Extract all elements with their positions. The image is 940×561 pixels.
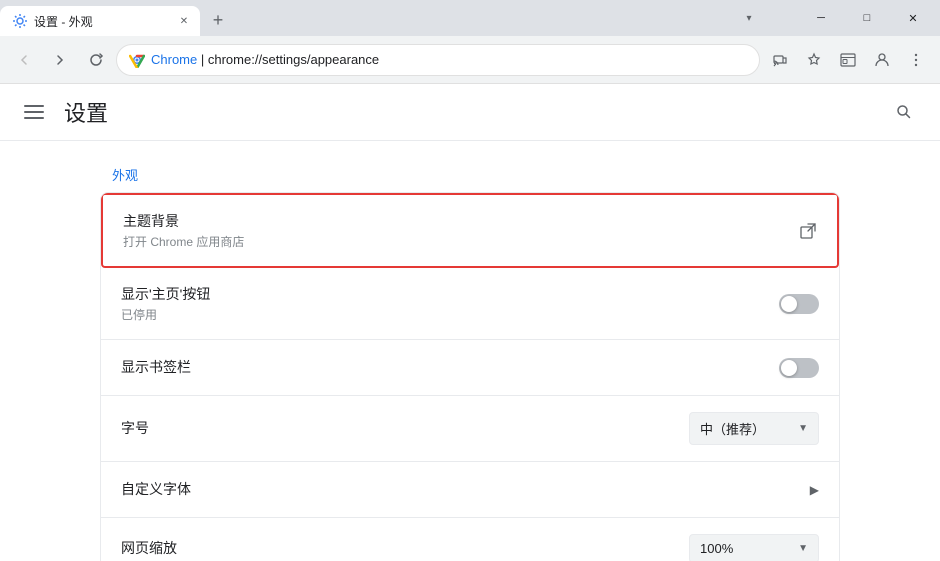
- reload-icon: [88, 52, 104, 68]
- forward-icon: [52, 52, 68, 68]
- font-size-value: 中（推荐）: [700, 419, 790, 438]
- tab-search-button[interactable]: [832, 44, 864, 76]
- minimize-button[interactable]: ─: [798, 2, 844, 34]
- bookmark-button[interactable]: [798, 44, 830, 76]
- bookmarks-toggle-control[interactable]: [779, 358, 819, 378]
- zoom-content: 网页缩放: [121, 538, 689, 560]
- font-size-control[interactable]: 中（推荐） ▼: [689, 412, 819, 445]
- page-title: 设置: [64, 96, 872, 128]
- theme-control[interactable]: [799, 222, 817, 240]
- external-link-icon: [799, 222, 817, 240]
- toolbar: Chrome | chrome://settings/appearance: [0, 36, 940, 84]
- maximize-button[interactable]: □: [844, 2, 890, 34]
- bookmarks-content: 显示书签栏: [121, 357, 779, 379]
- address-site: Chrome | chrome://settings/appearance: [151, 52, 747, 67]
- save-to-chrome-button[interactable]: [764, 44, 796, 76]
- reload-button[interactable]: [80, 44, 112, 76]
- theme-sublabel: 打开 Chrome 应用商店: [123, 233, 799, 250]
- font-size-item: 字号 中（推荐） ▼: [101, 396, 839, 462]
- menu-button[interactable]: [900, 44, 932, 76]
- back-button[interactable]: [8, 44, 40, 76]
- close-button[interactable]: ✕: [890, 2, 936, 34]
- zoom-dropdown[interactable]: 100% ▼: [689, 534, 819, 561]
- chevron-down-icon: ▼: [798, 543, 808, 554]
- theme-label: 主题背景: [123, 211, 799, 231]
- section-title: 外观: [100, 165, 840, 184]
- chevron-right-icon: ▶: [810, 483, 819, 497]
- cast-icon: [772, 52, 788, 68]
- zoom-item: 网页缩放 100% ▼: [101, 518, 839, 561]
- home-button-toggle[interactable]: [779, 294, 819, 314]
- active-tab[interactable]: 设置 - 外观 ✕: [0, 6, 200, 36]
- browser-window: 设置 - 外观 ✕ + ▾ ─ □ ✕: [0, 0, 940, 561]
- bookmarks-toggle[interactable]: [779, 358, 819, 378]
- tab-strip: 设置 - 外观 ✕ +: [0, 0, 368, 36]
- settings-header: 设置: [0, 84, 940, 141]
- settings-page: 设置 外观 主题背景 打开 Chrome 应用商店: [0, 84, 940, 561]
- tab-favicon: [12, 13, 28, 29]
- home-button-sublabel: 已停用: [121, 306, 779, 323]
- tab-icon: [840, 52, 856, 68]
- star-icon: [806, 52, 822, 68]
- custom-fonts-label: 自定义字体: [121, 479, 810, 499]
- toolbar-actions: [764, 44, 932, 76]
- search-icon: [895, 103, 913, 121]
- title-bar-drag-area: [368, 0, 736, 36]
- chevron-down-icon: ▼: [798, 423, 808, 434]
- chrome-logo-icon: [129, 52, 145, 68]
- zoom-label: 网页缩放: [121, 538, 689, 558]
- theme-item[interactable]: 主题背景 打开 Chrome 应用商店: [101, 193, 839, 268]
- forward-button[interactable]: [44, 44, 76, 76]
- zoom-control[interactable]: 100% ▼: [689, 534, 819, 561]
- custom-fonts-control: ▶: [810, 483, 819, 497]
- settings-content: 外观 主题背景 打开 Chrome 应用商店: [0, 141, 940, 561]
- font-size-dropdown[interactable]: 中（推荐） ▼: [689, 412, 819, 445]
- home-button-toggle-control[interactable]: [779, 294, 819, 314]
- settings-card: 主题背景 打开 Chrome 应用商店: [100, 192, 840, 561]
- font-size-content: 字号: [121, 418, 689, 440]
- bookmarks-item: 显示书签栏: [101, 340, 839, 396]
- new-tab-button[interactable]: +: [204, 6, 232, 34]
- main-area: 设置 外观 主题背景 打开 Chrome 应用商店: [0, 84, 940, 561]
- zoom-value: 100%: [700, 541, 790, 556]
- chevron-down-icon: ▾: [740, 9, 758, 27]
- home-button-label: 显示'主页'按钮: [121, 284, 779, 304]
- tab-title: 设置 - 外观: [34, 13, 170, 30]
- account-button[interactable]: [866, 44, 898, 76]
- account-icon: [873, 51, 891, 69]
- home-button-content: 显示'主页'按钮 已停用: [121, 284, 779, 323]
- home-button-item: 显示'主页'按钮 已停用: [101, 268, 839, 340]
- sidebar-menu-button[interactable]: [20, 98, 48, 126]
- more-menu-icon: [908, 52, 924, 68]
- title-bar: 设置 - 外观 ✕ + ▾ ─ □ ✕: [0, 0, 940, 36]
- back-icon: [16, 52, 32, 68]
- theme-item-content: 主题背景 打开 Chrome 应用商店: [123, 211, 799, 250]
- bookmarks-label: 显示书签栏: [121, 357, 779, 377]
- address-bar[interactable]: Chrome | chrome://settings/appearance: [116, 44, 760, 76]
- tab-close-button[interactable]: ✕: [176, 13, 192, 29]
- settings-search-button[interactable]: [888, 96, 920, 128]
- custom-fonts-content: 自定义字体: [121, 479, 810, 501]
- window-controls: ▾ ─ □ ✕: [736, 0, 940, 36]
- font-size-label: 字号: [121, 418, 689, 438]
- custom-fonts-item[interactable]: 自定义字体 ▶: [101, 462, 839, 518]
